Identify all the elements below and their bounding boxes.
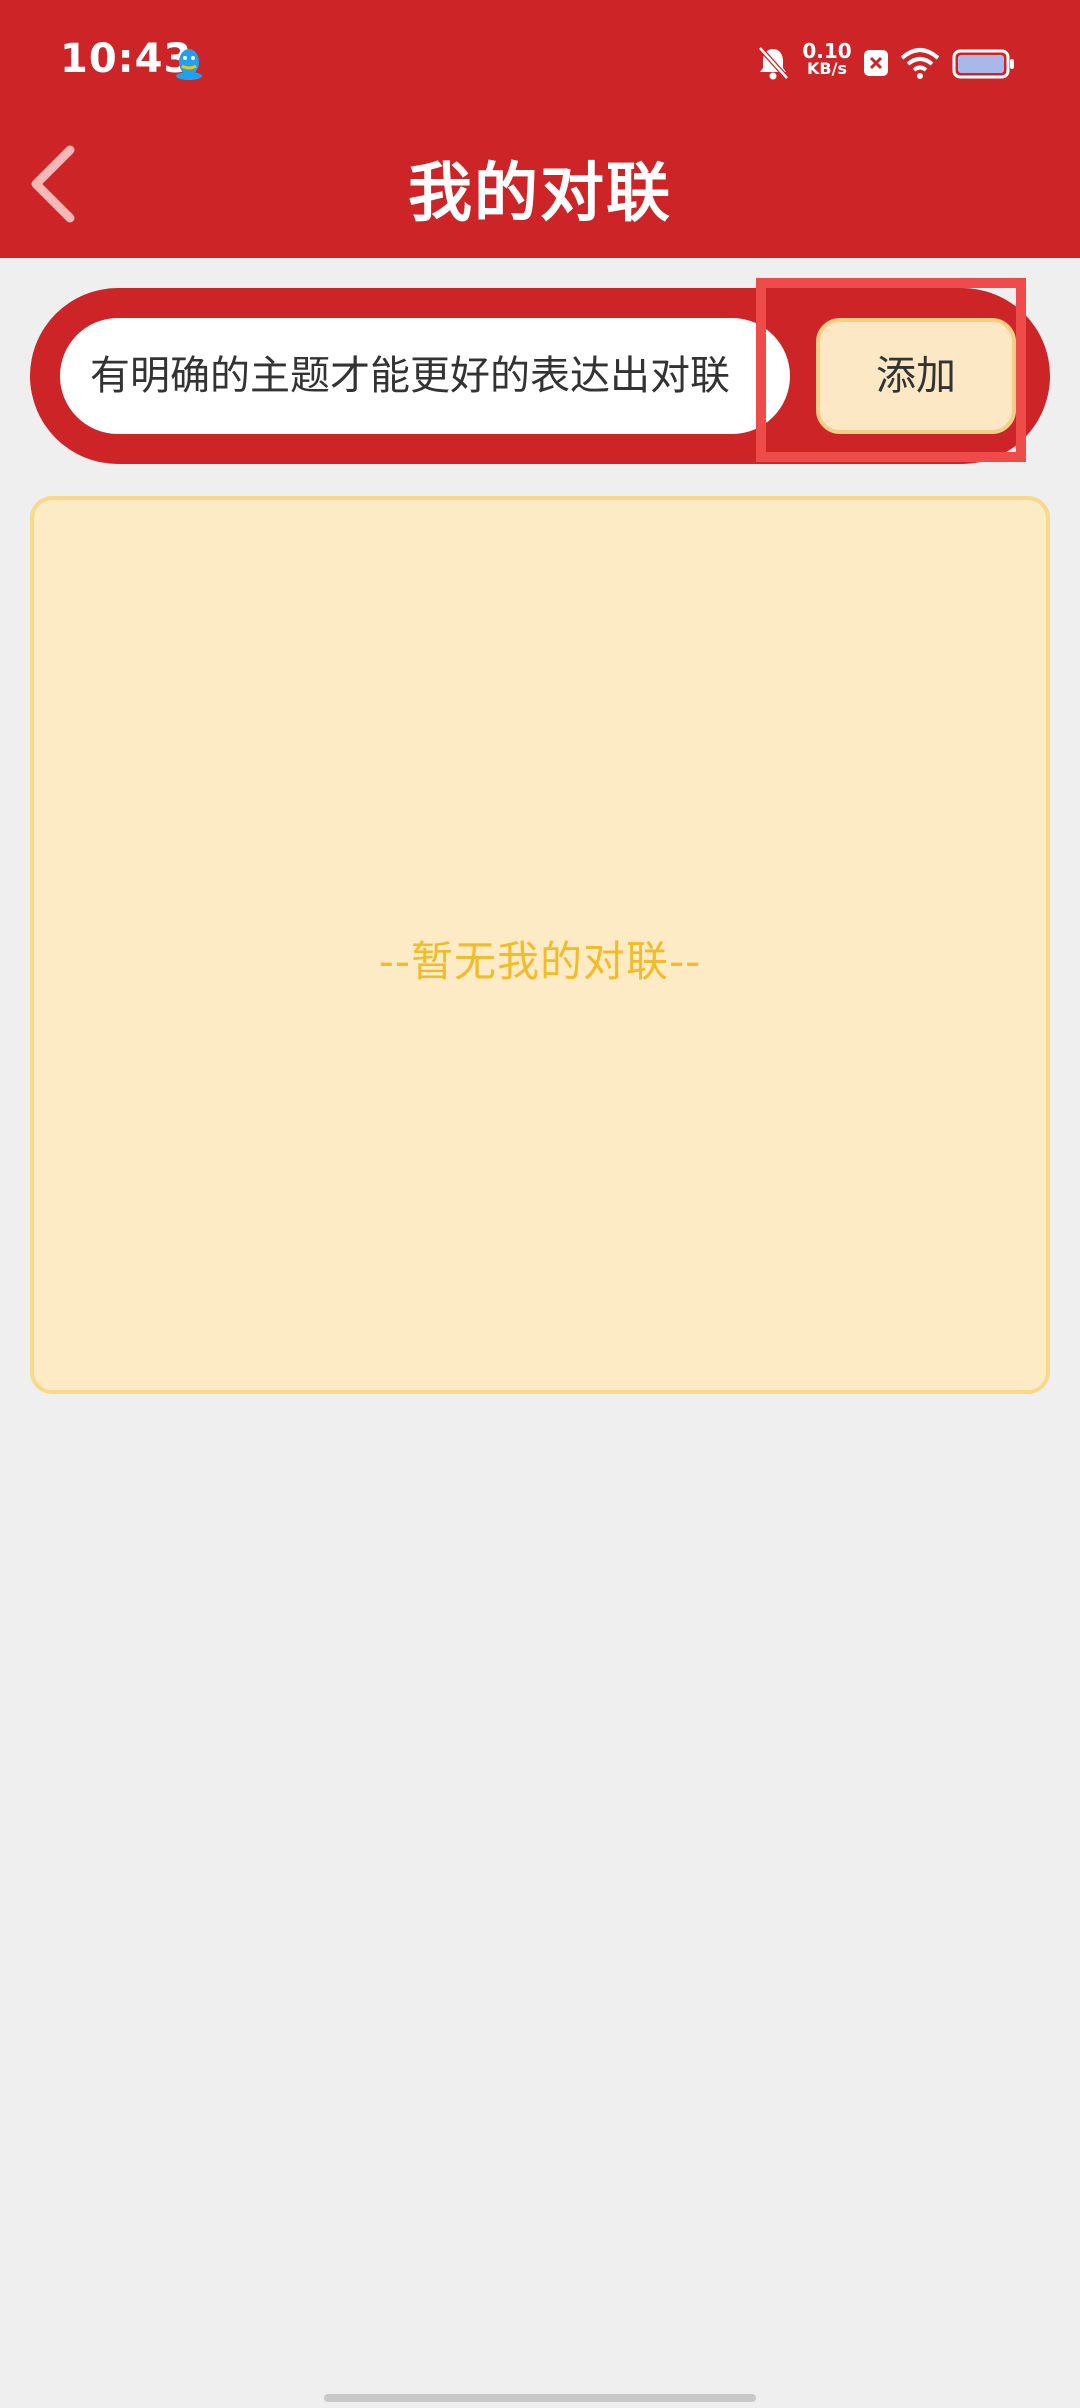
qq-icon <box>176 49 202 80</box>
net-speed-value: 0.10 <box>802 39 852 63</box>
bell-muted-icon <box>758 46 789 80</box>
battery-icon <box>952 49 1014 79</box>
screen: 10:43 0.10 KB/s 我的对联 有明确的主题才能更好的表达出对联 添加… <box>0 0 1080 2408</box>
net-speed: 0.10 KB/s <box>802 39 852 78</box>
status-time: 10:43 <box>60 36 193 82</box>
home-indicator[interactable] <box>324 2394 756 2402</box>
topic-input[interactable]: 有明确的主题才能更好的表达出对联 <box>60 318 790 434</box>
page-title: 我的对联 <box>408 157 672 231</box>
couplet-list-card: --暂无我的对联-- <box>30 496 1050 1394</box>
status-bar: 10:43 0.10 KB/s <box>0 0 1080 128</box>
empty-state-text: --暂无我的对联-- <box>378 937 702 986</box>
sim-icon <box>864 50 888 76</box>
add-button-highlight <box>756 278 1026 462</box>
net-speed-unit: KB/s <box>807 59 847 78</box>
header: 10:43 0.10 KB/s 我的对联 <box>0 0 1080 258</box>
wifi-icon <box>900 48 940 79</box>
